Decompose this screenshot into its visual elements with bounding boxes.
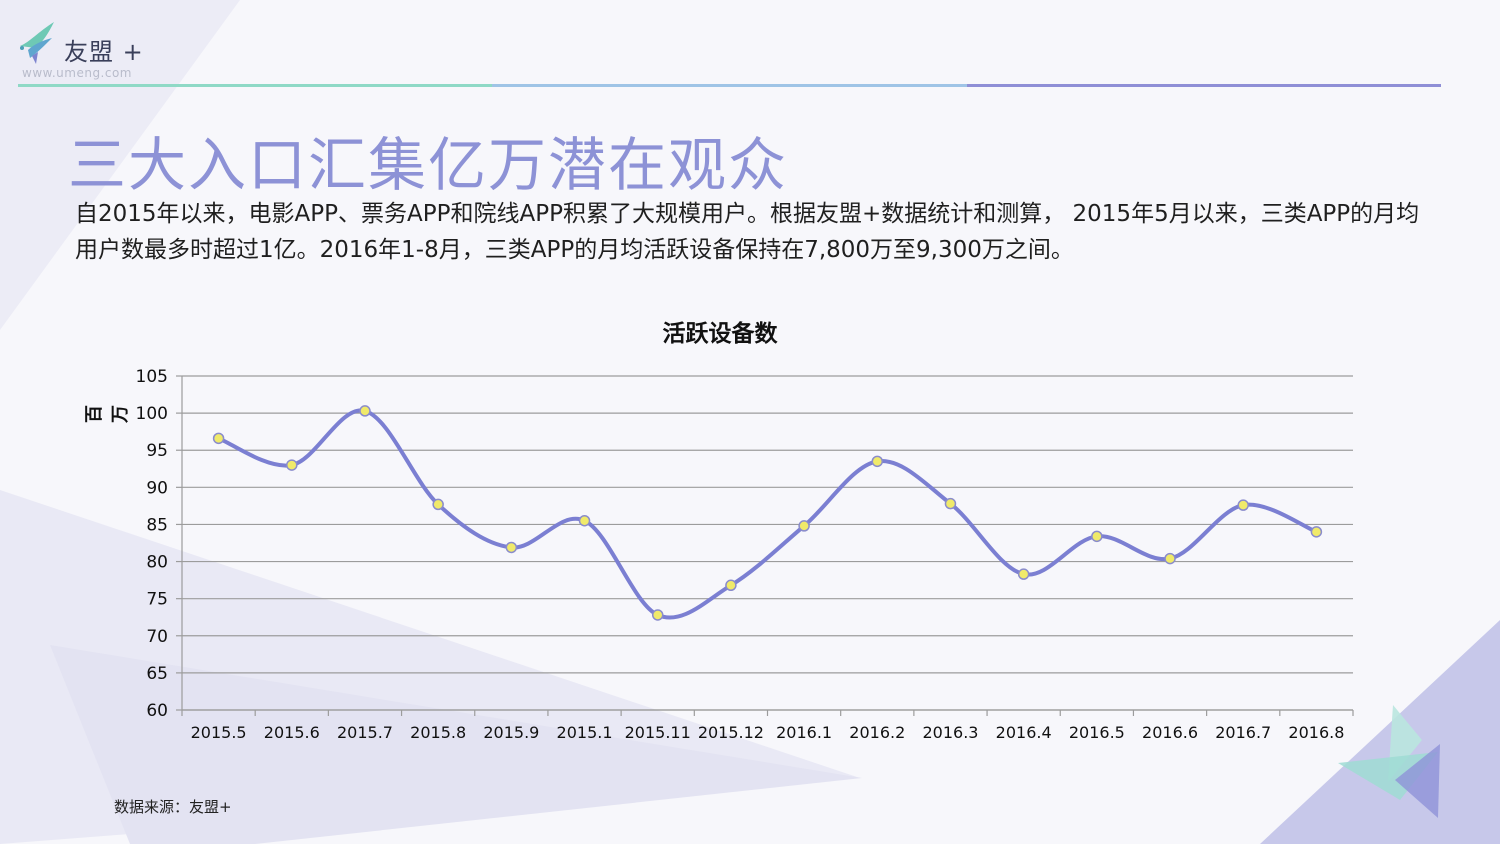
x-tick-label: 2015.11 [625, 723, 691, 742]
data-point-2016.2 [871, 455, 884, 468]
y-tick-label: 105 [136, 367, 168, 387]
x-tick-label: 2016.8 [1288, 723, 1344, 742]
data-point-2015.5 [212, 432, 225, 445]
y-tick-label: 90 [146, 478, 168, 498]
data-point-2016.6 [1164, 552, 1176, 565]
x-tick-label: 2016.6 [1142, 723, 1198, 742]
x-tick-label: 2016.2 [849, 723, 905, 742]
series-line-0 [217, 408, 1318, 620]
y-tick-label: 95 [146, 441, 168, 461]
chart-title: 活跃设备数 [662, 321, 778, 347]
data-point-2016.8 [1310, 526, 1323, 538]
data-point-2015.1 [578, 514, 591, 527]
x-tick-label: 2015.9 [483, 723, 539, 742]
x-tick-label: 2015.5 [191, 723, 247, 742]
y-axis-unit-label: 百万 [84, 405, 131, 423]
y-tick-label: 75 [146, 590, 168, 610]
x-tick-label: 2015.6 [264, 723, 320, 742]
data-point-2016.5 [1091, 530, 1103, 543]
x-tick-label: 2016.4 [996, 723, 1052, 742]
data-point-2016.1 [798, 520, 810, 532]
data-point-2015.6 [286, 459, 298, 471]
data-point-2016.7 [1237, 499, 1249, 511]
x-tick-label: 2016.1 [776, 723, 832, 742]
y-tick-label: 85 [146, 515, 168, 535]
x-tick-label: 2015.7 [337, 723, 393, 742]
y-tick-label: 100 [136, 404, 168, 424]
y-tick-label: 80 [146, 553, 168, 573]
data-point-2015.7 [359, 405, 371, 417]
x-tick-label: 2016.5 [1069, 723, 1125, 742]
data-point-2015.11 [651, 609, 664, 621]
data-point-2016.4 [1017, 568, 1030, 580]
slide: 友盟 + www.umeng.com 三大入口汇集亿万潜在观众 自2015年以来… [0, 0, 1500, 844]
data-source-note: 数据来源：友盟+ [114, 798, 232, 816]
x-tick-label: 2015.1 [557, 723, 613, 742]
x-tick-label: 2015.8 [410, 723, 466, 742]
x-tick-label: 2016.7 [1215, 723, 1271, 742]
y-tick-label: 65 [146, 664, 168, 684]
data-point-2015.12 [725, 579, 737, 592]
y-tick-label: 60 [146, 701, 168, 721]
data-point-2015.9 [505, 541, 518, 554]
data-point-2015.8 [432, 498, 444, 511]
data-point-2016.3 [944, 497, 957, 510]
x-tick-label: 2015.12 [698, 723, 764, 742]
y-tick-label: 70 [146, 627, 168, 647]
x-tick-label: 2016.3 [922, 723, 978, 742]
active-devices-chart: 60 65 70 75 80 85 90 95 100 105 2015.5 2015.6 2015.7… [136, 367, 1354, 742]
